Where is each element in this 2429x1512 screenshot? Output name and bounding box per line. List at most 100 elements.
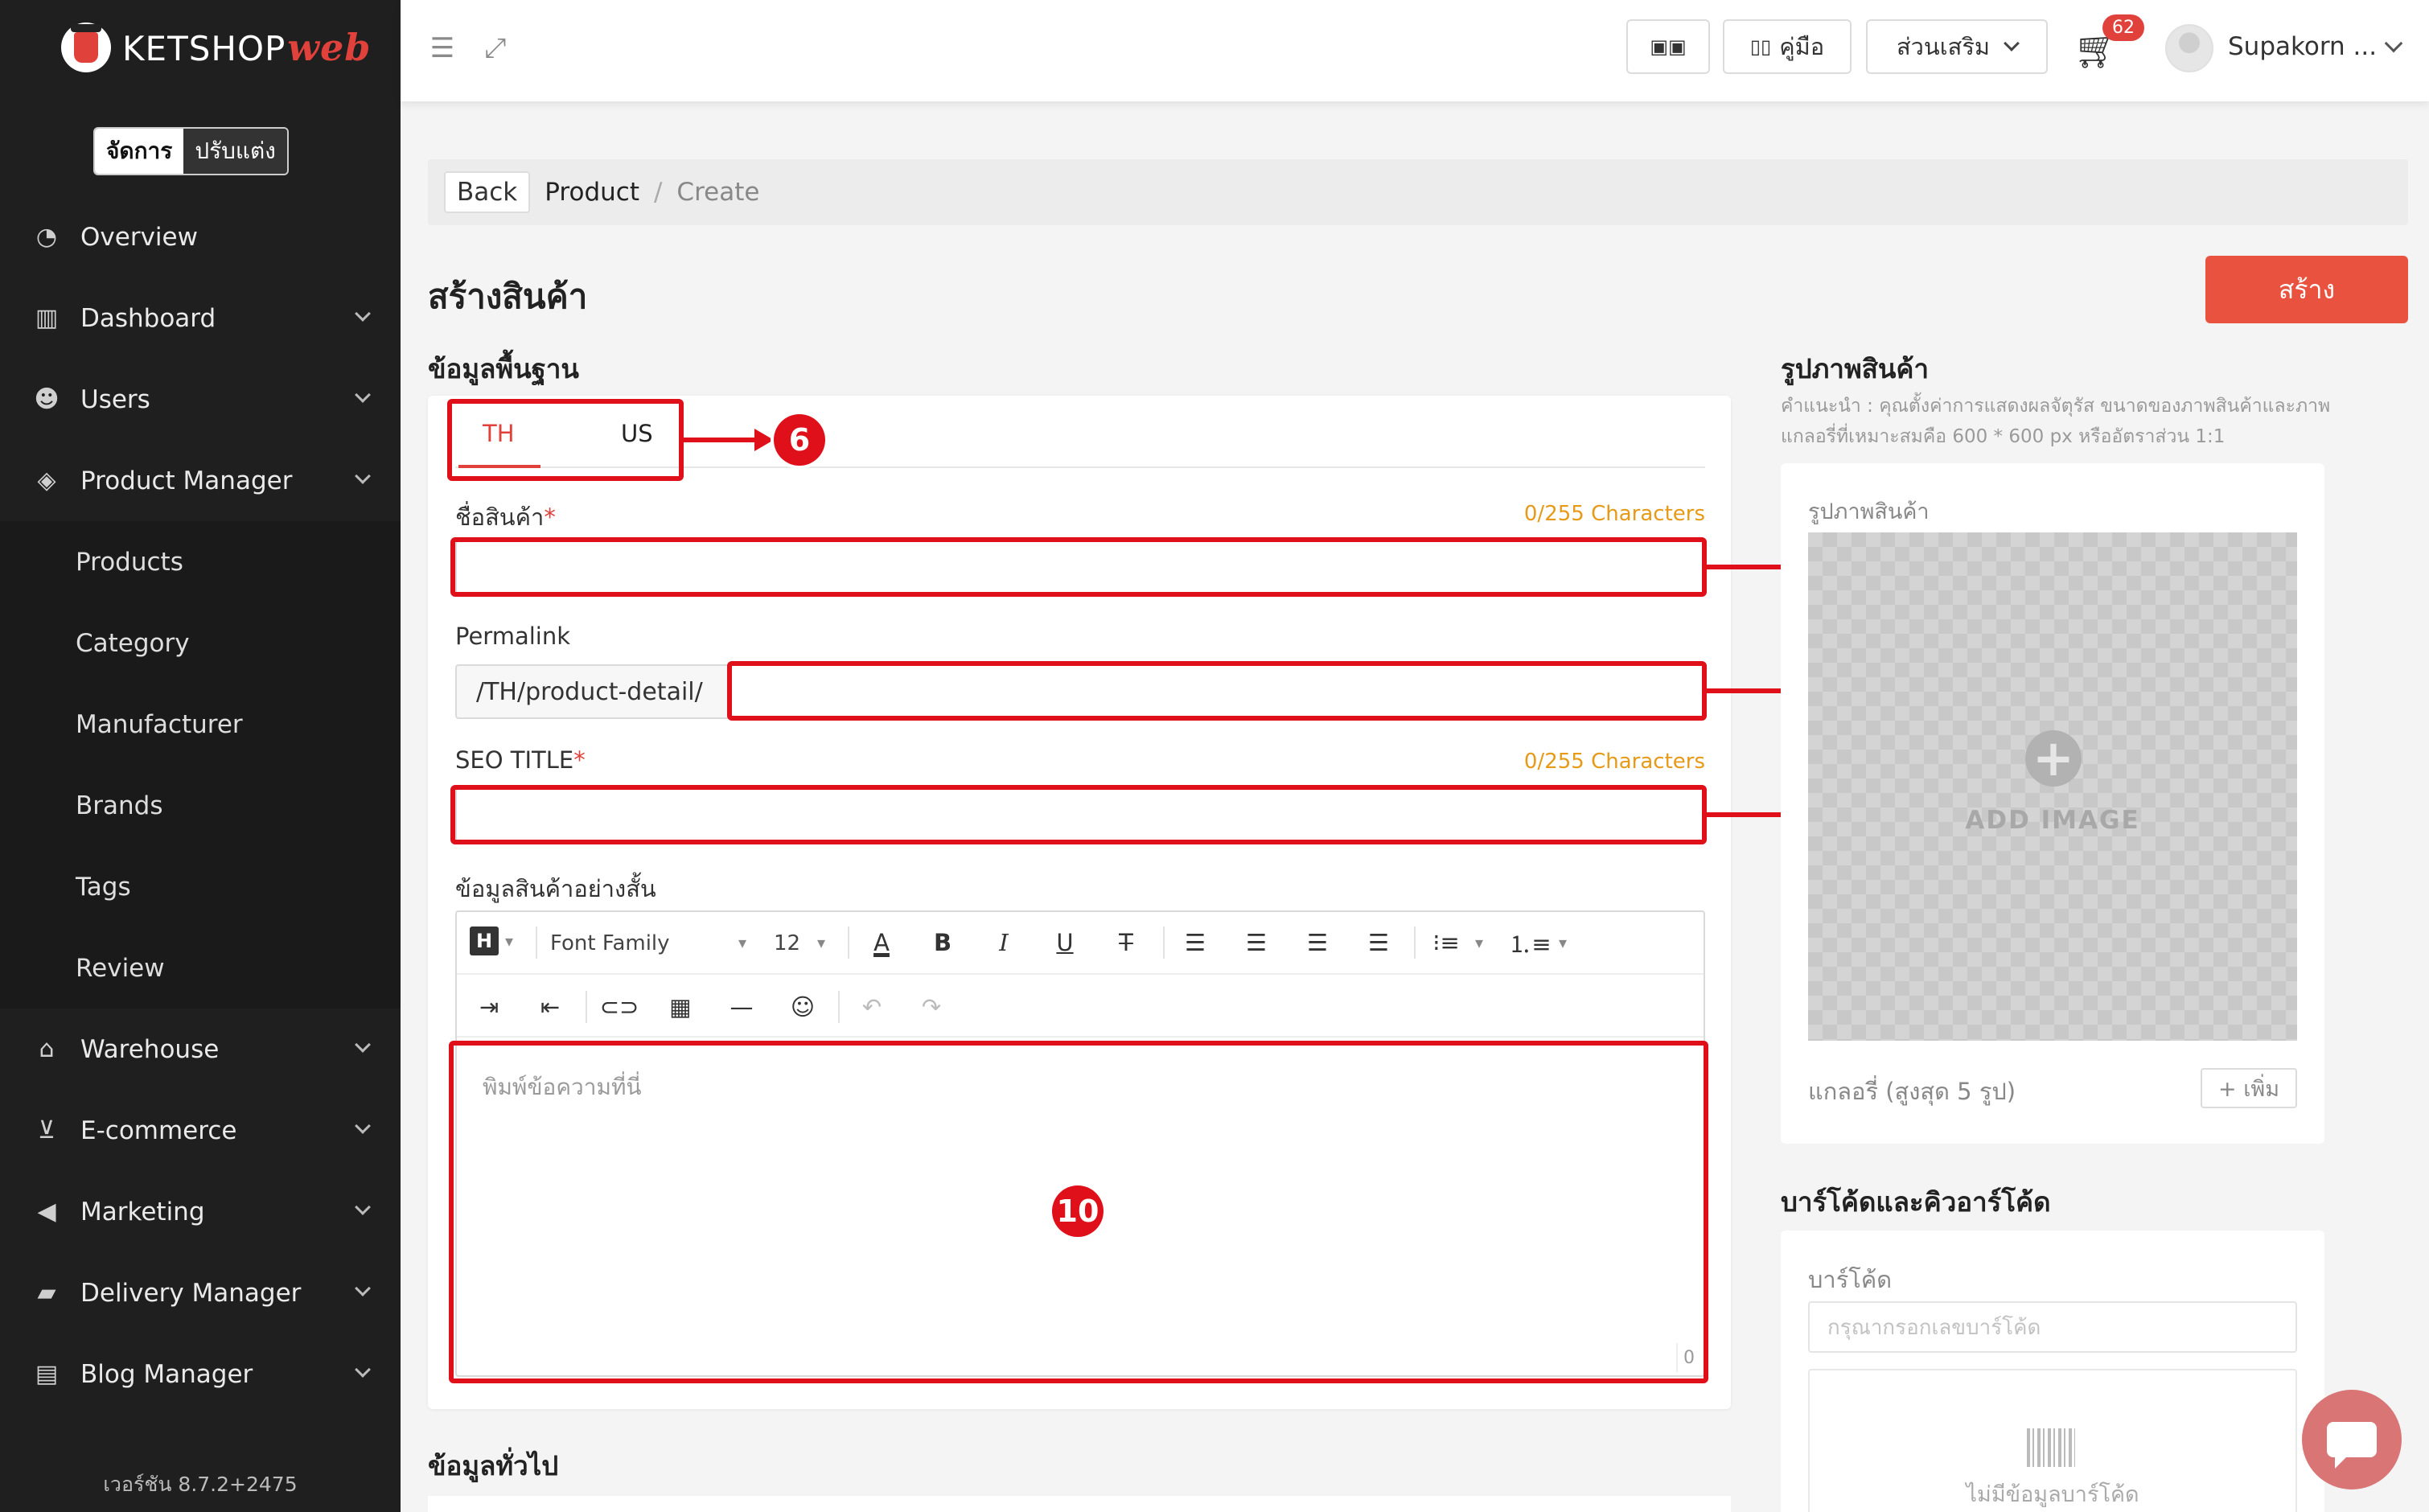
font-size-select[interactable]: 12 — [774, 931, 800, 955]
chevron-down-icon[interactable]: ▾ — [817, 933, 825, 952]
horizontal-rule-icon[interactable]: — — [724, 989, 759, 1025]
align-center-icon[interactable]: ☰ — [1239, 925, 1274, 960]
collapse-menu-icon[interactable]: ☰ — [426, 32, 458, 64]
blog-icon: ▤ — [35, 1360, 59, 1388]
toolbar-separator — [838, 991, 840, 1023]
product-name-label: ชื่อสินค้า* — [455, 503, 556, 531]
product-image-label: รูปภาพสินค้า — [1808, 499, 1930, 524]
table-icon[interactable]: ▦ — [663, 989, 698, 1025]
barcode-label: บาร์โค้ด — [1808, 1266, 1893, 1293]
mode-customize-button[interactable]: ปรับแต่ง — [183, 129, 287, 174]
book-icon: ▯▯ — [1749, 35, 1772, 58]
heading-icon[interactable]: H — [470, 927, 499, 955]
cart-icon: ⊻ — [38, 1116, 55, 1144]
chevron-down-icon — [355, 1199, 371, 1215]
manual-button[interactable]: ▯▯ คู่มือ — [1723, 19, 1852, 74]
back-button[interactable]: Back — [444, 171, 531, 213]
numbered-list-icon[interactable]: ⒈≡ — [1508, 925, 1551, 960]
annotation-highlight-permalink — [727, 661, 1707, 721]
avatar[interactable] — [2165, 24, 2213, 72]
sidebar-subitem-manufacturer[interactable]: Manufacturer — [0, 684, 401, 765]
addons-dropdown[interactable]: ส่วนเสริม — [1866, 19, 2048, 74]
product-name-counter: 0/255 Characters — [1523, 502, 1705, 526]
chevron-down-icon — [355, 1118, 371, 1134]
annotation-highlight-seo — [450, 785, 1707, 844]
emoji-icon[interactable]: ☺ — [785, 989, 820, 1025]
breadcrumb-separator: / — [653, 178, 663, 207]
logo-cup-icon — [61, 23, 111, 72]
breadcrumb-product-link[interactable]: Product — [545, 178, 639, 207]
redo-icon[interactable]: ↷ — [914, 989, 949, 1025]
add-gallery-button[interactable]: + เพิ่ม — [2201, 1068, 2297, 1108]
create-button[interactable]: สร้าง — [2205, 256, 2408, 323]
barcode-section-title: บาร์โค้ดและคิวอาร์โค้ด — [1781, 1186, 2051, 1218]
mode-manage-button[interactable]: จัดการ — [95, 129, 184, 174]
sidebar: KETSHOPweb จัดการ ปรับแต่ง ◔ Overview ▥ … — [0, 0, 401, 1512]
tags-icon: ◈ — [37, 466, 56, 495]
toolbar-separator — [536, 927, 537, 959]
link-icon[interactable]: ⊂⊃ — [600, 989, 639, 1025]
underline-icon[interactable]: U — [1047, 925, 1083, 960]
sidebar-fade — [0, 1432, 401, 1464]
permalink-label: Permalink — [455, 622, 571, 650]
megaphone-icon: ◀ — [37, 1198, 56, 1226]
cart-count-badge: 62 — [2102, 14, 2144, 41]
chat-button[interactable] — [2302, 1390, 2402, 1489]
barcode-input[interactable]: กรุณากรอกเลขบาร์โค้ด — [1808, 1301, 2297, 1353]
undo-icon[interactable]: ↶ — [854, 989, 890, 1025]
sidebar-item-dashboard[interactable]: ▥ Dashboard — [0, 277, 401, 359]
seo-title-label: SEO TITLE* — [455, 746, 586, 774]
fullscreen-icon[interactable]: ⤢ — [479, 32, 512, 64]
chevron-down-icon[interactable]: ▾ — [505, 931, 513, 951]
chevron-down-icon[interactable]: ▾ — [1559, 933, 1567, 952]
add-image-label[interactable]: ADD IMAGE — [1808, 806, 2297, 835]
barcode-icon — [2027, 1428, 2075, 1467]
annotation-step-10: 10 — [1052, 1185, 1104, 1237]
sidebar-item-ecommerce[interactable]: ⊻ E-commerce — [0, 1090, 401, 1171]
align-left-icon[interactable]: ☰ — [1178, 925, 1213, 960]
sidebar-item-users[interactable]: ☻ Users — [0, 359, 401, 440]
sidebar-subitem-category[interactable]: Category — [0, 602, 401, 684]
chevron-down-icon — [355, 387, 371, 403]
bullet-list-icon[interactable]: ⁝≡ — [1428, 925, 1464, 960]
toolbar-separator — [848, 927, 849, 959]
bold-icon[interactable]: B — [925, 925, 960, 960]
sidebar-item-blog-manager[interactable]: ▤ Blog Manager — [0, 1333, 401, 1415]
editor-toolbar-row-2 — [457, 975, 1704, 1037]
username[interactable]: Supakorn ... — [2228, 32, 2377, 61]
toolbar-separator — [1163, 927, 1165, 959]
sidebar-subitem-review[interactable]: Review — [0, 927, 401, 1009]
outdent-icon[interactable]: ⇤ — [532, 989, 568, 1025]
plus-circle-icon[interactable]: + — [2025, 730, 2082, 787]
sidebar-item-overview[interactable]: ◔ Overview — [0, 196, 401, 277]
annotation-step-6: 6 — [774, 414, 825, 466]
text-color-icon[interactable]: A — [864, 925, 899, 960]
page-title: สร้างสินค้า — [428, 277, 588, 316]
sidebar-subitem-tags[interactable]: Tags — [0, 846, 401, 927]
align-justify-icon[interactable]: ☰ — [1361, 925, 1396, 960]
italic-icon[interactable]: I — [986, 925, 1021, 960]
chevron-down-icon[interactable]: ▾ — [738, 933, 746, 952]
gallery-label: แกลอรี่ (สูงสุด 5 รูป) — [1808, 1078, 2016, 1105]
strikethrough-icon[interactable]: T — [1108, 925, 1144, 960]
truck-icon: ▰ — [37, 1279, 56, 1307]
sidebar-subitem-products[interactable]: Products — [0, 521, 401, 602]
brand-logo[interactable]: KETSHOPweb — [61, 19, 371, 76]
font-family-select[interactable]: Font Family — [550, 931, 670, 955]
language-icon[interactable]: ▣▣ — [1626, 19, 1710, 74]
sidebar-item-marketing[interactable]: ◀ Marketing — [0, 1171, 401, 1252]
sidebar-item-warehouse[interactable]: ⌂ Warehouse — [0, 1009, 401, 1090]
chevron-down-icon — [2004, 35, 2020, 51]
barcode-empty-text: ไม่มีข้อมูลบาร์โค้ด — [1966, 1482, 2139, 1507]
bar-chart-icon: ▥ — [35, 304, 59, 332]
indent-icon[interactable]: ⇥ — [471, 989, 507, 1025]
mode-toggle: จัดการ ปรับแต่ง — [93, 127, 289, 175]
chevron-down-icon[interactable]: ▾ — [1475, 933, 1483, 952]
warehouse-icon: ⌂ — [39, 1035, 55, 1063]
annotation-arrow — [684, 438, 758, 442]
sidebar-item-product-manager[interactable]: ◈ Product Manager — [0, 440, 401, 521]
sidebar-subitem-brands[interactable]: Brands — [0, 765, 401, 846]
version-label: เวอร์ชัน 8.7.2+2475 — [103, 1473, 298, 1496]
align-right-icon[interactable]: ☰ — [1300, 925, 1335, 960]
sidebar-item-delivery-manager[interactable]: ▰ Delivery Manager — [0, 1252, 401, 1333]
